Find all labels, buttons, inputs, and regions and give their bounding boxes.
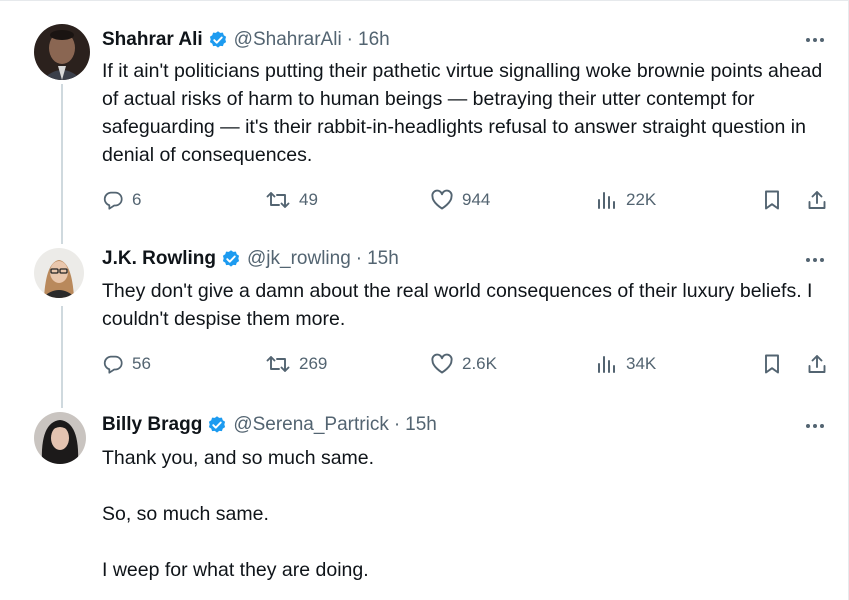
separator: ·: [355, 248, 363, 269]
avatar[interactable]: [34, 24, 90, 80]
tweet-paragraph: Thank you, and so much same.: [102, 447, 375, 469]
reply-count: 6: [132, 190, 142, 209]
share-button[interactable]: [806, 349, 828, 379]
tweet-text: If it ain't politicians putting their pa…: [102, 60, 823, 166]
tweet-header: Shahrar Ali @ShahrarAli · 16h: [102, 27, 390, 53]
retweet-icon: [266, 192, 290, 208]
like-count: 944: [462, 190, 491, 209]
display-name[interactable]: J.K. Rowling: [102, 248, 216, 270]
bookmark-button[interactable]: [762, 349, 782, 379]
handle[interactable]: @jk_rowling: [247, 248, 351, 270]
tweet-text: They don't give a damn about the real wo…: [102, 280, 813, 330]
tweet-paragraph: I weep for what they are doing.: [102, 559, 369, 581]
retweet-button[interactable]: 49: [265, 185, 318, 215]
share-button[interactable]: [806, 185, 828, 215]
display-name[interactable]: Billy Bragg: [102, 414, 202, 436]
views-button[interactable]: 22K: [596, 185, 656, 215]
handle[interactable]: @ShahrarAli: [234, 29, 342, 51]
tweet-text: Thank you, and so much same. So, so much…: [102, 444, 832, 584]
avatar[interactable]: [34, 412, 86, 464]
more-options-icon[interactable]: [803, 416, 827, 436]
timestamp[interactable]: 15h: [405, 414, 437, 436]
reply-button[interactable]: 6: [102, 185, 141, 215]
reply-count: 56: [132, 354, 151, 373]
verified-badge-icon: [207, 415, 227, 435]
views-button[interactable]: 34K: [596, 349, 656, 379]
bookmark-button[interactable]: [762, 185, 782, 215]
separator: ·: [393, 414, 401, 435]
tweet-header: J.K. Rowling @jk_rowling · 15h: [102, 246, 399, 272]
reply-icon: [103, 191, 123, 210]
share-icon: [808, 191, 826, 209]
like-button[interactable]: 2.6K: [430, 349, 497, 379]
tweet-actions: 6 49 944 22K: [100, 185, 838, 215]
tweet[interactable]: J.K. Rowling @jk_rowling · 15h They don'…: [0, 232, 849, 400]
tweet-actions: 56 269 2.6K 34K: [100, 349, 838, 379]
reply-button[interactable]: 56: [102, 349, 151, 379]
bookmark-icon: [765, 354, 779, 374]
retweet-icon: [266, 356, 290, 372]
views-count: 34K: [626, 354, 657, 373]
retweet-count: 49: [299, 190, 318, 209]
separator: ·: [346, 29, 353, 50]
display-name[interactable]: Shahrar Ali: [102, 29, 203, 51]
views-icon: [598, 356, 615, 373]
timestamp[interactable]: 15h: [367, 248, 399, 270]
retweet-button[interactable]: 269: [265, 349, 327, 379]
tweet[interactable]: Shahrar Ali @ShahrarAli · 16h If it ain'…: [0, 0, 849, 232]
tweet-paragraph: So, so much same.: [102, 503, 269, 525]
tweet-header: Billy Bragg @Serena_Partrick · 15h: [102, 412, 437, 438]
verified-badge-icon: [208, 30, 228, 50]
timestamp[interactable]: 16h: [358, 29, 390, 51]
like-icon: [431, 353, 453, 374]
like-count: 2.6K: [462, 354, 497, 373]
more-options-icon[interactable]: [803, 30, 827, 50]
bookmark-icon: [765, 190, 779, 210]
reply-icon: [103, 355, 123, 374]
share-icon: [808, 355, 826, 373]
verified-badge-icon: [221, 249, 241, 269]
handle[interactable]: @Serena_Partrick: [233, 414, 389, 436]
like-icon: [431, 189, 453, 210]
like-button[interactable]: 944: [430, 185, 490, 215]
more-options-icon[interactable]: [803, 250, 827, 270]
views-count: 22K: [626, 190, 657, 209]
avatar[interactable]: [34, 248, 84, 298]
tweet[interactable]: Billy Bragg @Serena_Partrick · 15h Thank…: [0, 400, 849, 600]
retweet-count: 269: [299, 354, 328, 373]
views-icon: [598, 192, 615, 209]
